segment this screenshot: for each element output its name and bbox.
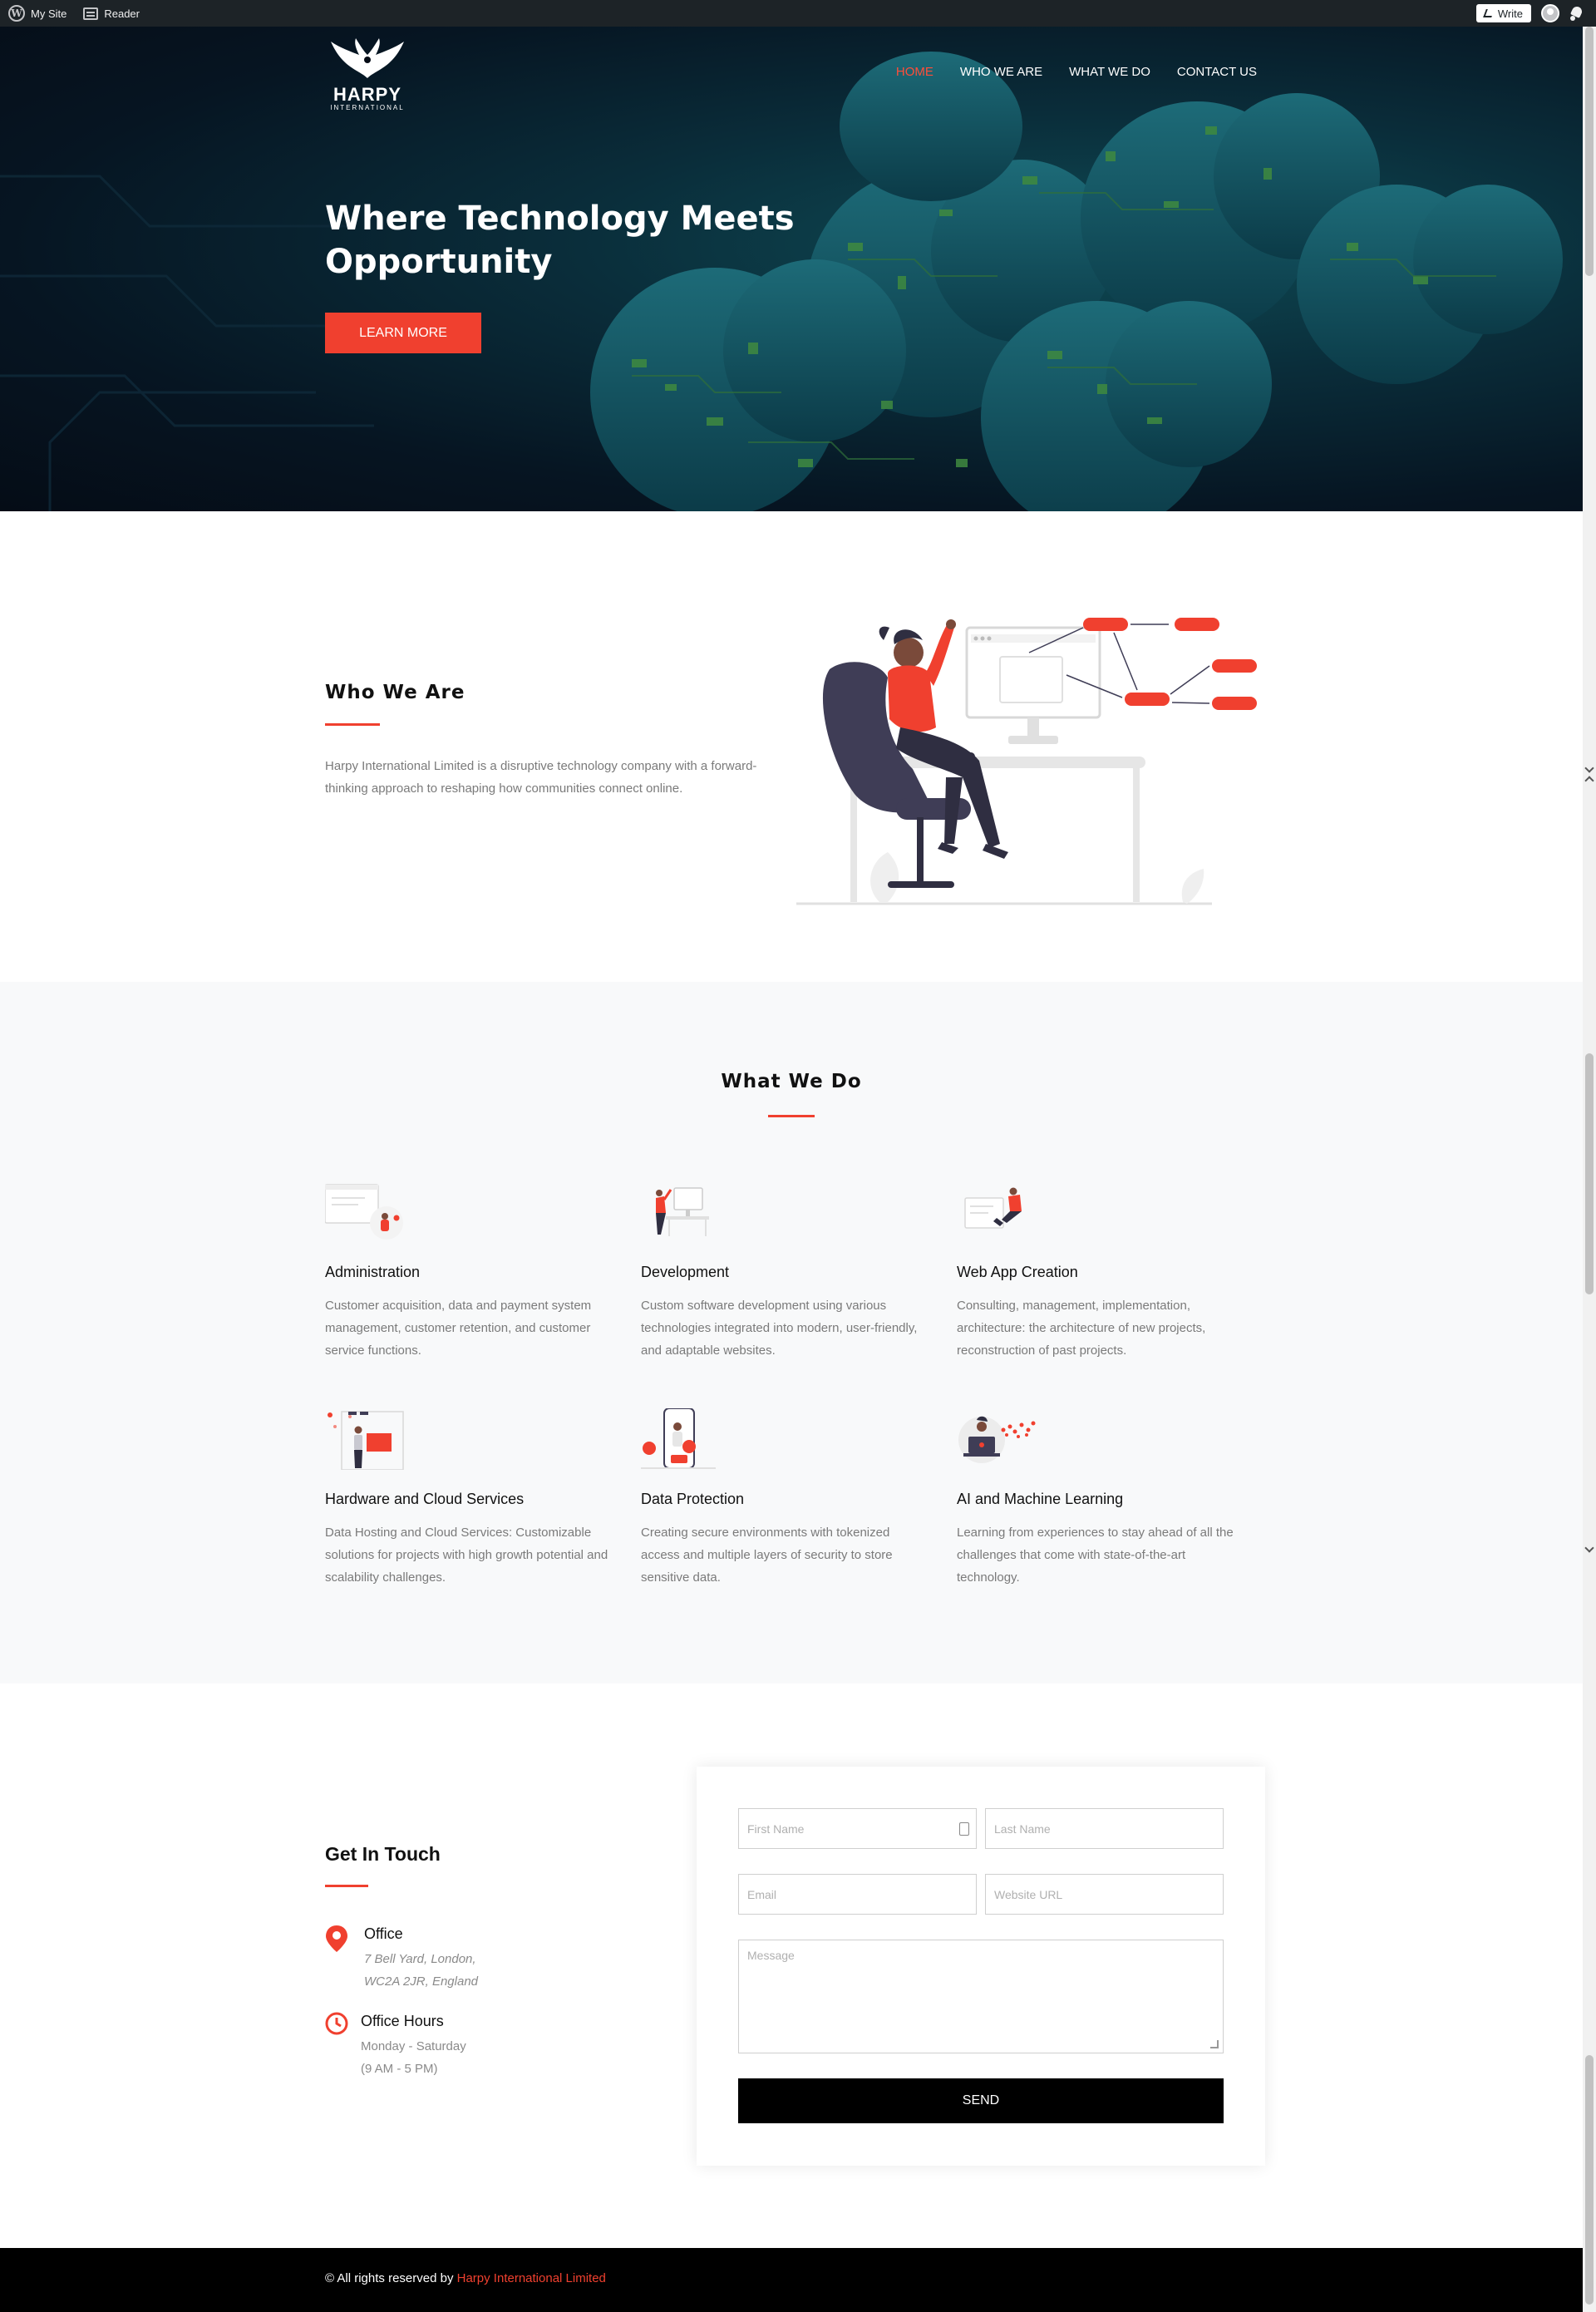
site-footer: © All rights reserved by Harpy Internati… — [0, 2248, 1583, 2312]
data-protection-icon — [641, 1408, 716, 1469]
service-name: Administration — [325, 1264, 421, 1280]
who-we-are-section: Who We Are Harpy International Limited i… — [0, 511, 1583, 982]
service-name: Data Protection — [641, 1491, 745, 1507]
write-label: Write — [1497, 7, 1523, 20]
office-info: Office 7 Bell Yard, London, WC2A 2JR, En… — [325, 1925, 574, 1993]
avatar-icon[interactable] — [1541, 4, 1559, 22]
service-description: Consulting, management, implementation, … — [957, 1299, 1206, 1358]
hero-title: Where Technology Meets Opportunity — [325, 200, 795, 281]
last-name-field[interactable] — [985, 1808, 1224, 1849]
site-logo[interactable]: HARPY INTERNATIONAL — [326, 37, 409, 112]
company-link[interactable]: Harpy International Limited — [457, 2271, 606, 2285]
eagle-logo-icon — [331, 38, 404, 78]
service-description: Data Hosting and Cloud Services: Customi… — [325, 1526, 608, 1585]
service-name: AI and Machine Learning — [957, 1491, 1124, 1507]
write-button[interactable]: Write — [1475, 4, 1531, 22]
first-name-field[interactable] — [738, 1808, 977, 1849]
clock-icon — [325, 2012, 348, 2035]
service-description: Custom software development using variou… — [641, 1299, 918, 1358]
notification-bell-icon[interactable] — [1569, 6, 1584, 21]
office-hours-info: Office Hours Monday - Saturday (9 AM - 5… — [325, 2012, 574, 2080]
office-hours-time: (9 AM - 5 PM) — [361, 2062, 438, 2076]
admin-bar: W My Site Reader Write — [0, 0, 1596, 27]
my-site-link[interactable]: W My Site — [0, 0, 75, 27]
nav-who-we-are[interactable]: WHO WE ARE — [947, 65, 1056, 79]
get-in-touch-title: Get In Touch — [325, 1843, 441, 1865]
service-name: Development — [641, 1264, 730, 1280]
scroll-down-arrow-icon[interactable] — [1584, 763, 1594, 773]
title-underline — [325, 1885, 368, 1887]
website-url-field[interactable] — [985, 1874, 1224, 1915]
office-address-line-1: 7 Bell Yard, London, — [364, 1952, 476, 1966]
reader-label: Reader — [104, 7, 140, 20]
ai-machine-learning-icon — [958, 1416, 1036, 1463]
wordpress-logo-icon: W — [8, 5, 25, 22]
pen-icon — [1483, 9, 1495, 17]
copyright-text: © All rights reserved by Harpy Internati… — [325, 2271, 606, 2285]
who-we-are-title: Who We Are — [325, 682, 466, 703]
contact-form: SEND — [697, 1767, 1265, 2166]
office-hours-days: Monday - Saturday — [361, 2039, 466, 2053]
office-label: Office — [364, 1925, 403, 1942]
what-we-do-title: What We Do — [721, 1071, 862, 1092]
hero-section: HARPY INTERNATIONAL HOME WHO WE ARE WHAT… — [0, 27, 1583, 511]
learn-more-button[interactable]: LEARN MORE — [325, 313, 481, 353]
nav-what-we-do[interactable]: WHAT WE DO — [1056, 65, 1164, 79]
scroll-down-arrow-icon[interactable] — [1584, 1543, 1594, 1553]
service-description: Learning from experiences to stay ahead … — [957, 1526, 1234, 1585]
service-data-protection: Data Protection Creating secure environm… — [641, 1408, 932, 1589]
service-description: Creating secure environments with tokeni… — [641, 1526, 893, 1585]
service-description: Customer acquisition, data and payment s… — [325, 1299, 592, 1358]
service-name: Web App Creation — [957, 1264, 1078, 1280]
nav-home[interactable]: HOME — [883, 65, 947, 79]
who-we-are-text: Harpy International Limited is a disrupt… — [325, 759, 757, 796]
office-address: 7 Bell Yard, London, WC2A 2JR, England — [364, 1948, 574, 1993]
scroll-up-arrow-icon[interactable] — [1584, 776, 1594, 786]
reader-icon — [83, 7, 99, 20]
scrollbar-thumb[interactable] — [1585, 2055, 1594, 2305]
service-administration: Administration Customer acquisition, dat… — [325, 1181, 616, 1362]
service-development: Development Custom software development … — [641, 1181, 932, 1362]
scrollbar-thumb[interactable] — [1585, 27, 1594, 276]
office-hours-label: Office Hours — [361, 2013, 444, 2029]
service-ai-machine-learning: AI and Machine Learning Learning from ex… — [957, 1408, 1248, 1589]
logo-brand-text: HARPY — [332, 84, 401, 105]
autofill-contact-icon[interactable] — [959, 1822, 969, 1836]
nav-contact-us[interactable]: CONTACT US — [1164, 65, 1257, 79]
service-hardware-cloud: Hardware and Cloud Services Data Hosting… — [325, 1408, 616, 1589]
textarea-resize-handle[interactable] — [1210, 2040, 1219, 2048]
reader-link[interactable]: Reader — [75, 0, 148, 27]
scrollbar-thumb[interactable] — [1585, 1053, 1594, 1294]
title-underline — [768, 1115, 815, 1117]
office-hours-value: Monday - Saturday (9 AM - 5 PM) — [361, 2035, 574, 2080]
title-underline — [325, 723, 380, 726]
message-field[interactable] — [738, 1940, 1224, 2053]
send-button[interactable]: SEND — [738, 2078, 1224, 2123]
what-we-do-section: What We Do Administration Customer acqui… — [0, 982, 1583, 1683]
hardware-cloud-icon — [328, 1411, 404, 1470]
copyright-prefix: © All rights reserved by — [325, 2271, 457, 2285]
administration-icon — [325, 1184, 403, 1240]
main-nav: HOME WHO WE ARE WHAT WE DO CONTACT US — [883, 65, 1257, 79]
email-field[interactable] — [738, 1874, 977, 1915]
page-scrollbar[interactable] — [1583, 27, 1596, 2312]
development-icon — [656, 1187, 709, 1236]
contact-section: Get In Touch Office 7 Bell Yard, London,… — [0, 1683, 1583, 2248]
service-web-app-creation: Web App Creation Consulting, management,… — [957, 1181, 1248, 1362]
logo-sub-text: INTERNATIONAL — [330, 104, 405, 111]
location-pin-icon — [326, 1925, 347, 1952]
service-name: Hardware and Cloud Services — [325, 1491, 525, 1507]
my-site-label: My Site — [31, 7, 67, 20]
web-app-creation-icon — [964, 1187, 1022, 1229]
person-at-computer-illustration — [796, 618, 1257, 905]
office-address-line-2: WC2A 2JR, England — [364, 1974, 479, 1989]
